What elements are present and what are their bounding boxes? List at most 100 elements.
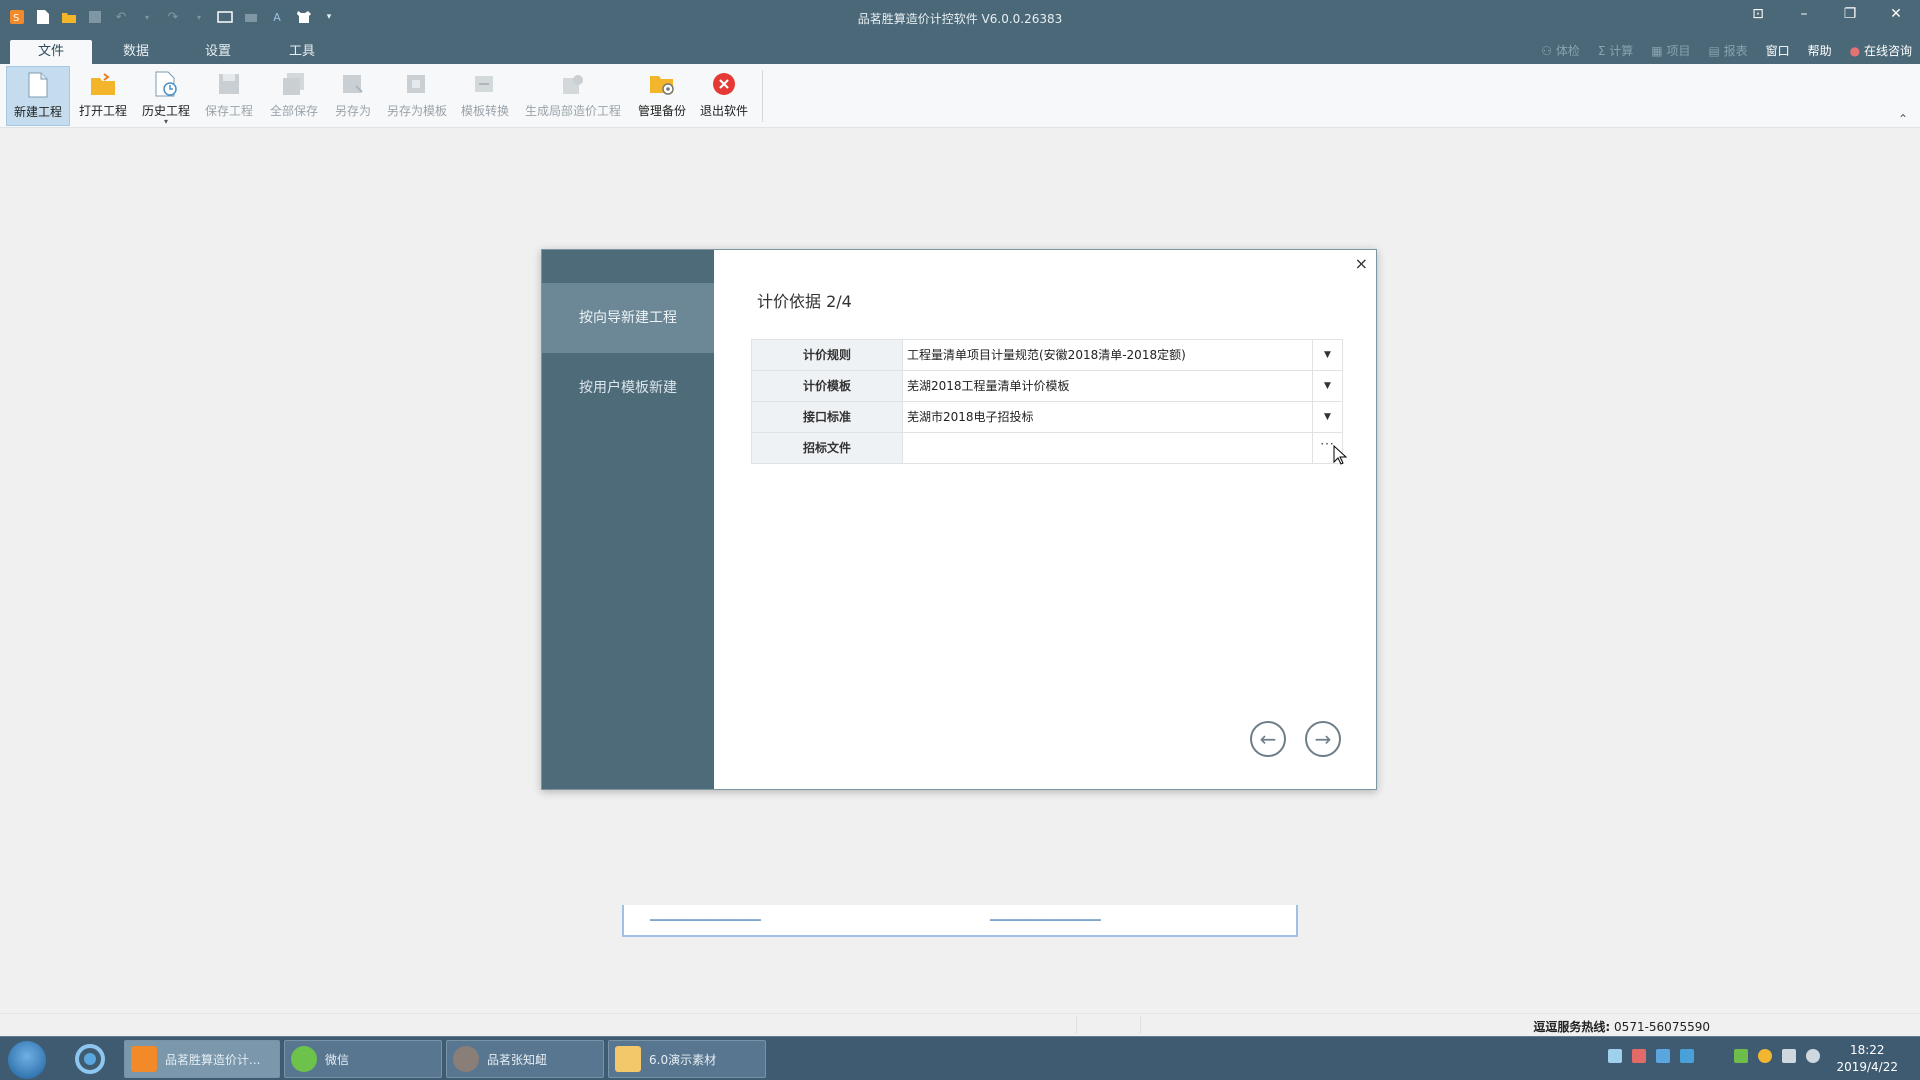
history-document-icon: [153, 70, 179, 98]
exit-x-icon: [711, 70, 737, 98]
minimize-icon[interactable]: –: [1794, 6, 1814, 22]
status-divider: [1140, 1016, 1141, 1034]
menu-check[interactable]: ⚇ 体检: [1541, 42, 1580, 59]
hotline-text: 逗逗服务热线: 0571-56075590: [1533, 1018, 1710, 1035]
save-as-button[interactable]: 另存为: [328, 66, 378, 126]
task-pinming-label: 品茗胜算造价计...: [165, 1052, 261, 1067]
user-avatar: [453, 1046, 479, 1072]
clock-date: 2019/4/22: [1836, 1060, 1898, 1074]
clock-time: 18:22: [1849, 1043, 1885, 1057]
windows-start-icon[interactable]: [8, 1041, 46, 1079]
form-row-pricing-rule: 计价规则 工程量清单项目计量规范(安徽2018清单-2018定额) ▼: [751, 340, 1343, 371]
pricing-basis-form: 计价规则 工程量清单项目计量规范(安徽2018清单-2018定额) ▼ 计价模板…: [751, 339, 1343, 464]
pricing-rule-label: 计价规则: [751, 340, 903, 370]
pricing-rule-dropdown-icon[interactable]: ▼: [1313, 340, 1343, 370]
sidebar-item-template-new[interactable]: 按用户模板新建: [542, 353, 714, 423]
form-row-tender-file: 招标文件 ···: [751, 433, 1343, 464]
tray-app-icon[interactable]: [1608, 1049, 1622, 1063]
window-controls: ⊡ – ❐ ✕: [1748, 6, 1906, 22]
menu-report-label: 报表: [1723, 44, 1748, 58]
tab-settings[interactable]: 设置: [188, 40, 248, 64]
new-project-label: 新建工程: [13, 105, 62, 119]
menu-calc-label: 计算: [1609, 44, 1634, 58]
close-icon[interactable]: ✕: [1886, 6, 1906, 22]
manage-backup-button[interactable]: 管理备份: [630, 66, 694, 126]
open-project-label: 打开工程: [78, 104, 127, 118]
template-convert-icon: [472, 70, 498, 98]
task-wechat[interactable]: 微信: [284, 1040, 442, 1078]
dialog-close-icon[interactable]: ×: [1355, 254, 1368, 273]
background-text-right: ▁▁▁▁▁▁▁▁▁▁▁▁: [990, 907, 1101, 921]
open-folder-icon: [90, 70, 116, 98]
mouse-cursor-icon: [1333, 444, 1348, 468]
collapse-ribbon-icon[interactable]: ⌃: [1898, 112, 1908, 126]
tab-file[interactable]: 文件: [10, 40, 92, 64]
new-project-wizard-dialog: 按向导新建工程 按用户模板新建 × 计价依据 2/4 计价规则 工程量清单项目计…: [541, 249, 1377, 790]
save-as-label: 另存为: [334, 104, 371, 118]
dialog-step-title: 计价依据 2/4: [757, 292, 852, 311]
ribbon-separator: [762, 70, 763, 122]
tender-file-input[interactable]: [903, 433, 1313, 463]
task-pinming-app[interactable]: 品茗胜算造价计...: [124, 1040, 280, 1078]
tray-qq-icon[interactable]: [1758, 1049, 1772, 1063]
menu-help[interactable]: 帮助: [1808, 42, 1832, 59]
new-project-button[interactable]: 新建工程: [6, 66, 70, 126]
interface-standard-dropdown-icon[interactable]: ▼: [1313, 402, 1343, 432]
menu-report[interactable]: ▤ 报表: [1708, 42, 1747, 59]
pin-icon[interactable]: ⊡: [1748, 6, 1768, 22]
tray-nvidia-icon[interactable]: [1734, 1049, 1748, 1063]
task-demo-folder[interactable]: 6.0演示素材: [608, 1040, 766, 1078]
task-user-chat[interactable]: 品茗张知衄: [446, 1040, 604, 1078]
tray-monitor-icon[interactable]: [1782, 1049, 1796, 1063]
tray-network-icon[interactable]: [1656, 1049, 1670, 1063]
task-wechat-label: 微信: [325, 1052, 350, 1067]
form-row-interface-standard: 接口标准 芜湖市2018电子招投标 ▼: [751, 402, 1343, 433]
menu-calc[interactable]: Σ 计算: [1598, 42, 1633, 59]
hotline-label: 逗逗服务热线:: [1533, 1020, 1611, 1034]
system-clock[interactable]: 18:22 2019/4/22: [1836, 1042, 1898, 1076]
tender-file-label: 招标文件: [751, 433, 903, 463]
new-document-icon: [25, 71, 51, 99]
pricing-rule-select[interactable]: 工程量清单项目计量规范(安徽2018清单-2018定额): [903, 340, 1313, 370]
menu-project-label: 项目: [1666, 44, 1691, 58]
sidebar-item-wizard-new[interactable]: 按向导新建工程: [542, 283, 714, 353]
tab-tools[interactable]: 工具: [272, 40, 332, 64]
open-project-button[interactable]: 打开工程: [72, 66, 134, 126]
chevron-down-icon[interactable]: ▾: [164, 118, 168, 126]
interface-standard-select[interactable]: 芜湖市2018电子招投标: [903, 402, 1313, 432]
interface-standard-label: 接口标准: [751, 402, 903, 432]
tray-pinwheel-icon[interactable]: [1632, 1049, 1646, 1063]
generate-partial-button[interactable]: 生成局部造价工程: [518, 66, 628, 126]
menu-consult-label: 在线咨询: [1863, 44, 1912, 58]
next-arrow-icon[interactable]: →: [1305, 721, 1341, 757]
status-bar: 逗逗服务热线: 0571-56075590: [0, 1013, 1920, 1035]
browser-icon[interactable]: [72, 1041, 108, 1077]
restore-icon[interactable]: ❐: [1840, 6, 1860, 22]
consult-icon: ●: [1849, 44, 1861, 58]
save-as-template-button[interactable]: 另存为模板: [380, 66, 454, 126]
menu-window[interactable]: 窗口: [1766, 42, 1790, 59]
exit-button[interactable]: 退出软件: [696, 66, 752, 126]
template-convert-button[interactable]: 模板转换: [456, 66, 514, 126]
generate-partial-icon: [560, 70, 586, 98]
save-disk-icon: [216, 70, 242, 98]
save-project-button[interactable]: 保存工程: [198, 66, 260, 126]
save-all-icon: [281, 70, 307, 98]
template-convert-label: 模板转换: [460, 104, 509, 118]
tray-volume-icon[interactable]: [1806, 1049, 1820, 1063]
backup-folder-gear-icon: [649, 70, 675, 98]
tab-data[interactable]: 数据: [106, 40, 166, 64]
pricing-template-select[interactable]: 芜湖2018工程量清单计价模板: [903, 371, 1313, 401]
hotline-number: 0571-56075590: [1614, 1020, 1710, 1034]
save-all-button[interactable]: 全部保存: [262, 66, 326, 126]
back-arrow-icon[interactable]: ←: [1250, 721, 1286, 757]
save-all-label: 全部保存: [269, 104, 318, 118]
status-divider: [1076, 1016, 1077, 1034]
exit-label: 退出软件: [699, 104, 748, 118]
pricing-template-label: 计价模板: [751, 371, 903, 401]
history-project-button[interactable]: 历史工程 ▾: [136, 66, 196, 126]
menu-project[interactable]: ▦ 项目: [1651, 42, 1690, 59]
menu-consult[interactable]: ● 在线咨询: [1850, 42, 1912, 59]
tray-shield-icon[interactable]: [1680, 1049, 1694, 1063]
pricing-template-dropdown-icon[interactable]: ▼: [1313, 371, 1343, 401]
